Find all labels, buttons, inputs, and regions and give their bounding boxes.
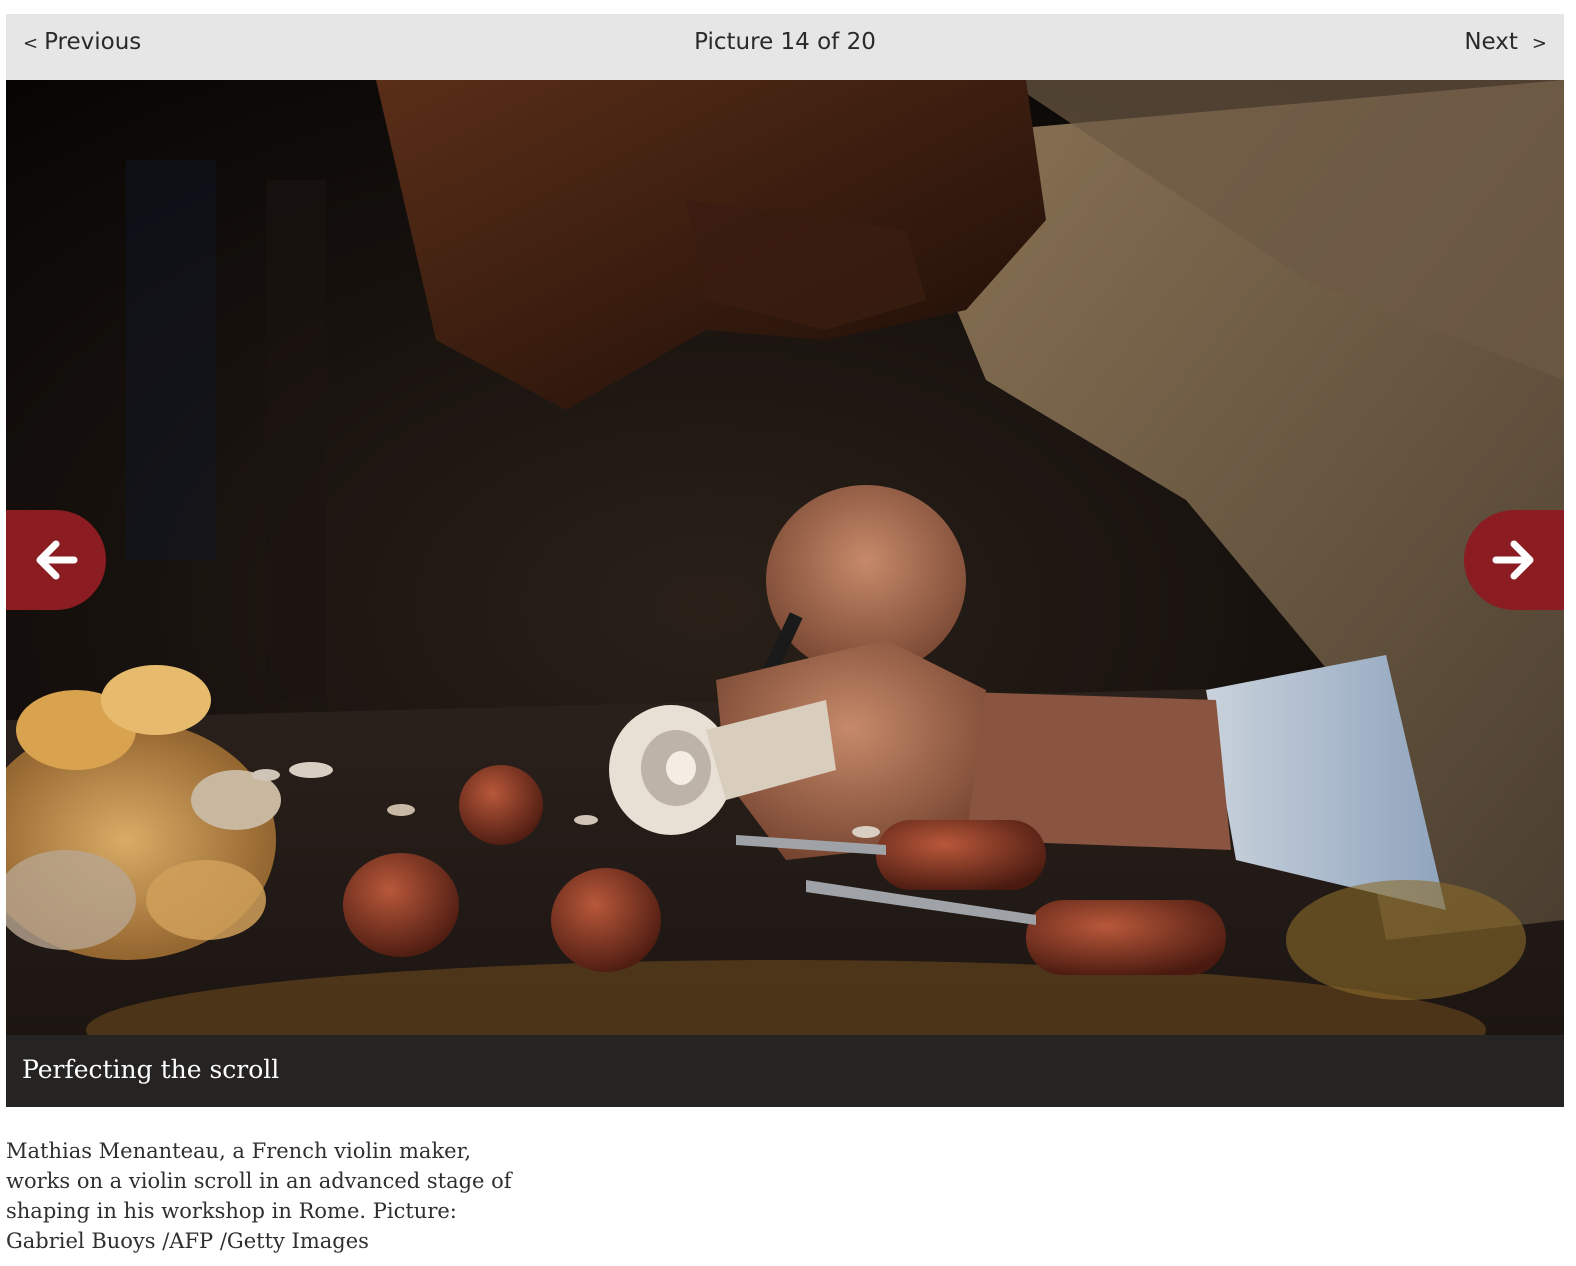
arrow-left-icon (36, 540, 78, 580)
gallery-nav-bar: < Previous Picture 14 of 20 Next > (6, 14, 1564, 80)
previous-arrow-button[interactable] (6, 510, 106, 610)
next-symbol: > (1531, 33, 1547, 54)
photo-image (6, 80, 1564, 1035)
caption-title-bar: Perfecting the scroll (6, 1035, 1564, 1107)
gallery-photo (6, 80, 1564, 1035)
next-label: Next (1464, 29, 1518, 55)
photo-gallery: < Previous Picture 14 of 20 Next > Perfe… (6, 14, 1564, 1107)
next-link[interactable]: Next > (1464, 29, 1547, 55)
caption-description: Mathias Menanteau, a French violin maker… (6, 1139, 512, 1253)
next-arrow-button[interactable] (1464, 510, 1564, 610)
caption-title: Perfecting the scroll (22, 1055, 280, 1084)
arrow-right-icon (1492, 540, 1534, 580)
picture-counter: Picture 14 of 20 (694, 29, 876, 55)
